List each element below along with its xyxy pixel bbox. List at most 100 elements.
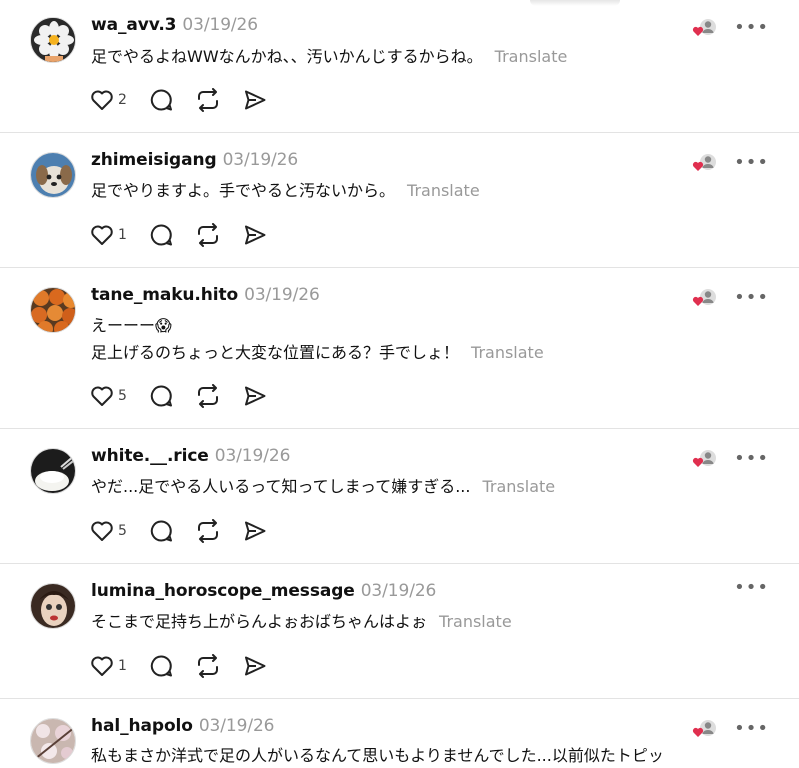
repost-button[interactable] (195, 384, 221, 408)
post-date: 03/19/26 (182, 15, 258, 35)
heart-icon (91, 90, 113, 110)
username[interactable]: white.__.rice (91, 446, 209, 466)
username-row: lumina_horoscope_message 03/19/26 (91, 581, 436, 601)
avatar[interactable] (30, 287, 76, 333)
username-row: zhimeisigang 03/19/26 (91, 150, 298, 170)
translate-link[interactable]: Translate (495, 47, 568, 66)
divider (0, 563, 799, 564)
reply-button[interactable] (149, 654, 173, 678)
post-date: 03/19/26 (244, 285, 320, 305)
like-count: 1 (118, 227, 127, 243)
text-line: 私もまさか洋式で足の人がいるなんて思いもよりませんでした...以前似たトピッ (91, 746, 664, 765)
post-date: 03/19/26 (222, 150, 299, 170)
action-bar: 5 (90, 519, 289, 543)
avatar[interactable] (30, 583, 76, 629)
divider (0, 132, 799, 133)
post-date: 03/19/26 (214, 446, 291, 466)
avatar-flower-image (31, 18, 75, 62)
action-bar: 2 (90, 88, 289, 112)
comment-icon (150, 655, 172, 677)
reply-button[interactable] (149, 519, 173, 543)
reply-button[interactable] (149, 223, 173, 247)
username[interactable]: wa_avv.3 (91, 15, 177, 35)
avatar-fruit-image (31, 288, 75, 332)
heart-icon (91, 386, 113, 406)
like-button[interactable]: 5 (90, 520, 127, 542)
share-button[interactable] (243, 384, 267, 408)
send-icon (244, 90, 266, 110)
liked-by-author-icon (692, 718, 718, 740)
translate-link[interactable]: Translate (407, 181, 480, 200)
like-button[interactable]: 1 (90, 224, 127, 246)
reply-button[interactable] (149, 88, 173, 112)
repost-icon (197, 654, 218, 678)
like-count: 2 (118, 92, 127, 108)
username[interactable]: hal_hapolo (91, 716, 193, 736)
username[interactable]: lumina_horoscope_message (91, 581, 355, 601)
username-row: white.__.rice 03/19/26 (91, 446, 290, 466)
reply-text: 足でやりますよ。手でやると汚ないから。 Translate (91, 179, 480, 203)
like-button[interactable]: 5 (90, 385, 127, 407)
like-button[interactable]: 2 (90, 89, 127, 111)
repost-button[interactable] (195, 654, 221, 678)
avatar[interactable] (30, 448, 76, 494)
repost-button[interactable] (195, 223, 221, 247)
reply-text: 足でやるよねWWなんかね、、汚いかんじするからね。 Translate (91, 45, 567, 69)
avatar[interactable] (30, 152, 76, 198)
text-line: 足でやるよねWWなんかね、、汚いかんじするからね。 (91, 47, 483, 66)
username-row: tane_maku.hito 03/19/26 (91, 285, 320, 305)
translate-link[interactable]: Translate (439, 612, 512, 631)
like-button[interactable]: 1 (90, 655, 127, 677)
share-button[interactable] (243, 654, 267, 678)
reply-text: やだ...足でやる人いるって知ってしまって嫌すぎる... Translate (91, 475, 555, 499)
more-options-icon[interactable]: ••• (734, 289, 769, 307)
divider (0, 267, 799, 268)
reply-text: 私もまさか洋式で足の人がいるなんて思いもよりませんでした...以前似たトピッ (91, 744, 664, 768)
repost-icon (197, 384, 218, 408)
reply-button[interactable] (149, 384, 173, 408)
translate-link[interactable]: Translate (482, 477, 555, 496)
text-line: やだ...足でやる人いるって知ってしまって嫌すぎる... (91, 477, 471, 496)
post-meta-icons: ••• (734, 579, 769, 597)
avatar-face-image (31, 584, 75, 628)
avatar[interactable] (30, 17, 76, 63)
more-options-icon[interactable]: ••• (734, 154, 769, 172)
username-row: hal_hapolo 03/19/26 (91, 716, 275, 736)
post-meta-icons: ••• (692, 718, 769, 740)
send-icon (244, 656, 266, 676)
send-icon (244, 521, 266, 541)
send-icon (244, 386, 266, 406)
reply-text: そこまで足持ち上がらんよぉおばちゃんはよぉ Translate (91, 610, 512, 634)
translate-link[interactable]: Translate (471, 343, 544, 362)
post-date: 03/19/26 (360, 581, 437, 601)
post-meta-icons: ••• (692, 17, 769, 39)
share-button[interactable] (243, 519, 267, 543)
divider (0, 698, 799, 699)
text-line: そこまで足持ち上がらんよぉおばちゃんはよぉ (91, 612, 428, 631)
avatar[interactable] (30, 718, 76, 764)
liked-by-author-icon (692, 448, 718, 470)
post-meta-icons: ••• (692, 287, 769, 309)
repost-button[interactable] (195, 88, 221, 112)
repost-button[interactable] (195, 519, 221, 543)
username[interactable]: zhimeisigang (91, 150, 217, 170)
divider (0, 428, 799, 429)
more-options-icon[interactable]: ••• (734, 450, 769, 468)
username[interactable]: tane_maku.hito (91, 285, 238, 305)
top-shadow (530, 0, 620, 6)
more-options-icon[interactable]: ••• (734, 19, 769, 37)
text-line: 足でやりますよ。手でやると汚ないから。 (91, 181, 396, 200)
username-row: wa_avv.3 03/19/26 (91, 15, 258, 35)
action-bar: 1 (90, 223, 289, 247)
heart-icon (91, 656, 113, 676)
more-options-icon[interactable]: ••• (734, 579, 769, 597)
share-button[interactable] (243, 88, 267, 112)
text-line: えーーー😱 (91, 316, 172, 335)
action-bar: 1 (90, 654, 289, 678)
comment-icon (150, 89, 172, 111)
more-options-icon[interactable]: ••• (734, 720, 769, 738)
action-bar: 5 (90, 384, 289, 408)
like-count: 5 (118, 523, 127, 539)
share-button[interactable] (243, 223, 267, 247)
liked-by-author-icon (692, 152, 718, 174)
